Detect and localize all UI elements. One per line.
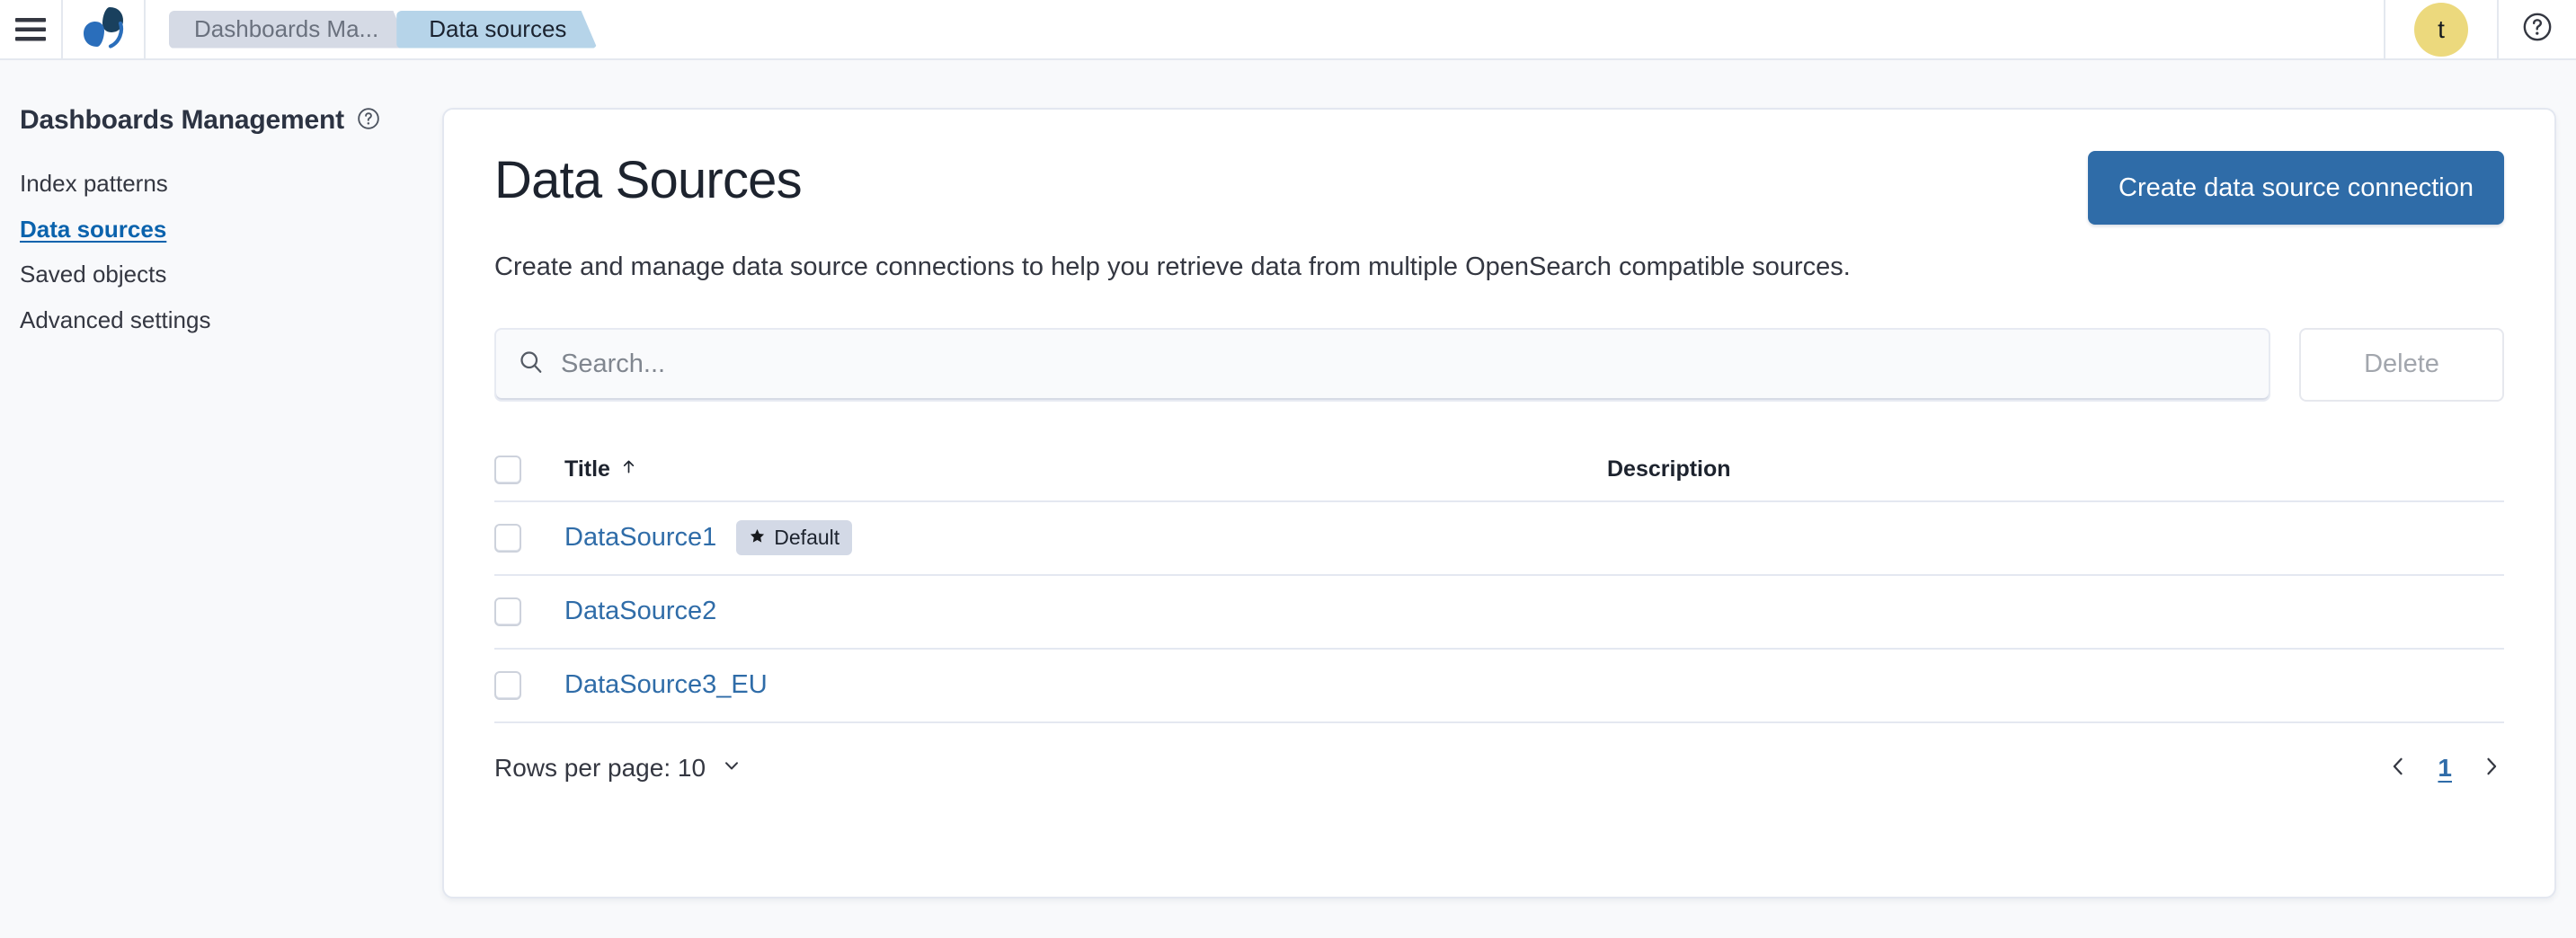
left-sidebar: Dashboards Management Index patterns Dat…	[0, 60, 442, 938]
page-number-1[interactable]: 1	[2438, 754, 2452, 783]
table-pagination: Rows per page: 10 1	[494, 754, 2504, 783]
sidebar-item-saved-objects[interactable]: Saved objects	[20, 252, 442, 297]
help-button[interactable]	[2499, 0, 2576, 59]
table-row: DataSource1 Default	[494, 502, 2504, 576]
sidebar-item-advanced-settings[interactable]: Advanced settings	[20, 297, 442, 343]
search-field-wrapper[interactable]	[494, 328, 2270, 402]
search-icon	[518, 349, 545, 380]
sidebar-item-label: Index patterns	[20, 170, 168, 197]
chevron-right-icon	[2479, 754, 2504, 783]
rows-per-page-selector[interactable]: Rows per page: 10	[494, 754, 743, 783]
main-content-panel: Data Sources Create data source connecti…	[442, 108, 2556, 898]
breadcrumb-item-dashboards-management[interactable]: Dashboards Ma...	[169, 11, 409, 49]
column-header-label: Title	[564, 456, 610, 482]
sidebar-title: Dashboards Management	[20, 105, 344, 136]
sidebar-item-label: Advanced settings	[20, 306, 210, 333]
breadcrumb-item-data-sources[interactable]: Data sources	[396, 11, 597, 49]
column-header-title[interactable]: Title	[564, 456, 638, 482]
rows-per-page-label: Rows per page: 10	[494, 754, 706, 783]
delete-button[interactable]: Delete	[2299, 328, 2504, 402]
help-circle-icon[interactable]	[357, 107, 380, 135]
column-header-description[interactable]: Description	[1607, 456, 2504, 482]
page-description: Create and manage data source connection…	[494, 248, 1968, 287]
breadcrumb-label: Data sources	[429, 15, 566, 43]
arrow-up-icon	[619, 456, 638, 482]
star-icon	[749, 526, 766, 550]
select-all-checkbox[interactable]	[494, 456, 521, 484]
chevron-left-icon	[2385, 754, 2411, 783]
search-input[interactable]	[561, 350, 2247, 379]
create-data-source-connection-button[interactable]: Create data source connection	[2088, 151, 2504, 225]
previous-page-button[interactable]	[2385, 754, 2411, 783]
select-all-cell	[494, 456, 564, 484]
row-checkbox[interactable]	[494, 524, 521, 553]
pagination-controls: 1	[2385, 754, 2504, 783]
sidebar-item-data-sources[interactable]: Data sources	[20, 207, 442, 252]
avatar-initial: t	[2438, 15, 2445, 44]
sidebar-item-label: Saved objects	[20, 261, 166, 288]
page-title: Data Sources	[494, 151, 802, 211]
table-row: DataSource2	[494, 576, 2504, 650]
chevron-down-icon	[720, 754, 743, 783]
search-toolbar: Delete	[494, 328, 2504, 402]
data-source-link[interactable]: DataSource1	[564, 523, 716, 553]
hamburger-menu-button[interactable]	[0, 0, 61, 59]
row-checkbox[interactable]	[494, 597, 521, 626]
breadcrumb-label: Dashboards Ma...	[194, 15, 378, 43]
header-right-actions: t	[2384, 0, 2576, 59]
breadcrumb: Dashboards Ma... Data sources	[146, 0, 2384, 59]
next-page-button[interactable]	[2479, 754, 2504, 783]
avatar[interactable]: t	[2414, 3, 2468, 57]
help-circle-icon	[2522, 12, 2553, 47]
table-header-row: Title Description	[494, 439, 2504, 502]
opensearch-logo	[78, 2, 129, 57]
table-row: DataSource3_EU	[494, 650, 2504, 723]
column-header-label: Description	[1607, 456, 1731, 482]
opensearch-home-button[interactable]	[63, 0, 144, 59]
status-badge-label: Default	[774, 526, 839, 550]
data-sources-table: Title Description	[494, 439, 2504, 723]
top-header-bar: Dashboards Ma... Data sources t	[0, 0, 2576, 60]
header-divider-avatar-left	[2384, 0, 2385, 59]
data-source-link[interactable]: DataSource3_EU	[564, 670, 768, 700]
row-checkbox[interactable]	[494, 671, 521, 700]
sidebar-item-index-patterns[interactable]: Index patterns	[20, 161, 442, 207]
data-source-link[interactable]: DataSource2	[564, 597, 716, 626]
hamburger-menu-icon	[15, 18, 46, 41]
page-header: Data Sources Create data source connecti…	[494, 151, 2504, 225]
sidebar-item-label: Data sources	[20, 216, 166, 243]
sidebar-header: Dashboards Management	[20, 105, 442, 136]
status-badge: Default	[736, 520, 852, 555]
